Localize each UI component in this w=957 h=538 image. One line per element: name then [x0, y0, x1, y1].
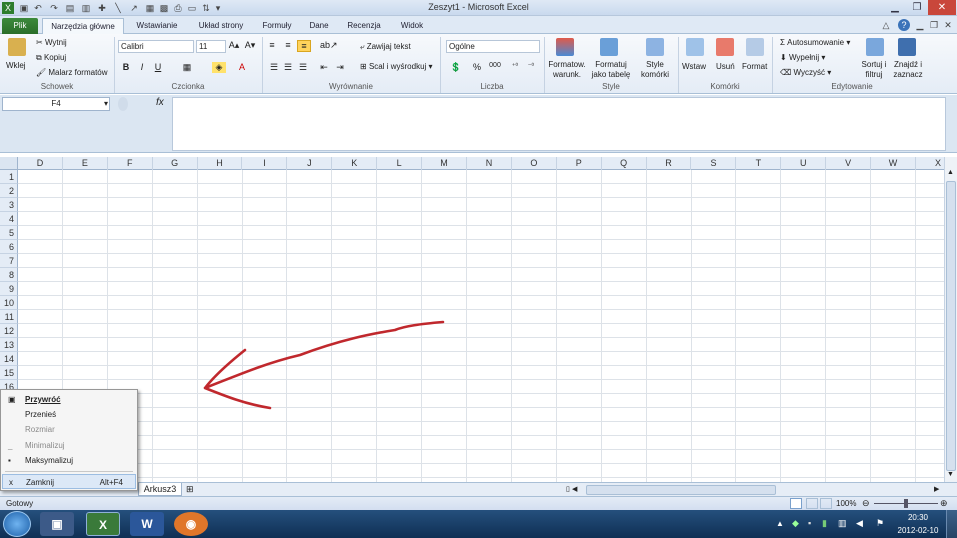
menu-item-close[interactable]: x Zamknij Alt+F4: [2, 474, 136, 489]
menu-label: Rozmiar: [25, 425, 55, 434]
tray-icon-2[interactable]: ▪: [808, 518, 811, 528]
menu-item-restore[interactable]: ▣ Przywróć: [2, 392, 136, 407]
page-break-view-icon[interactable]: [820, 498, 832, 509]
volume-icon[interactable]: ◀: [856, 518, 863, 529]
menu-shortcut: Alt+F4: [99, 478, 123, 487]
zoom-level[interactable]: 100%: [836, 499, 856, 508]
horizontal-scroll-thumb[interactable]: [586, 485, 776, 495]
tray-icon-1[interactable]: ◆: [792, 518, 799, 529]
menu-item-size[interactable]: Rozmiar: [2, 422, 136, 437]
menu-item-minimize[interactable]: _ Minimalizuj: [2, 438, 136, 453]
red-arrow-annotation: [203, 320, 445, 410]
network-icon[interactable]: ▥: [838, 518, 847, 529]
taskbar-floppy-icon[interactable]: ▣: [40, 512, 74, 536]
flag-icon[interactable]: ⚑: [876, 518, 884, 529]
taskbar-firefox-icon[interactable]: ◉: [174, 512, 208, 536]
system-context-menu: ▣ Przywróć Przenieś Rozmiar _ Minimalizuj …: [0, 389, 138, 491]
clock-time[interactable]: 20:30: [894, 513, 942, 522]
taskbar-excel-icon[interactable]: X: [86, 512, 120, 536]
page-layout-view-icon[interactable]: [806, 498, 818, 509]
insert-sheet-icon[interactable]: ⊞: [186, 484, 194, 495]
zoom-slider-thumb[interactable]: [904, 499, 908, 508]
menu-label: Przenieś: [25, 410, 57, 419]
taskbar-word-icon[interactable]: W: [130, 512, 164, 536]
menu-separator: [5, 471, 133, 472]
menu-label: Maksymalizuj: [25, 456, 74, 465]
normal-view-icon[interactable]: [790, 498, 802, 509]
start-button-icon[interactable]: [3, 511, 31, 537]
maximize-icon: ▪: [8, 456, 11, 465]
sheet-tabs-bar: Arkusz3 ⊞ ▯ ◀ ▶: [0, 482, 957, 496]
show-desktop-button[interactable]: [946, 510, 957, 538]
clock-date[interactable]: 2012-02-10: [892, 526, 944, 535]
tray-expand-icon[interactable]: ▲: [776, 519, 784, 528]
tray-icon-3[interactable]: ▮: [822, 518, 827, 529]
menu-label: Przywróć: [25, 395, 61, 404]
hscroll-split-icon[interactable]: ▯: [566, 485, 570, 493]
minimize-icon: _: [8, 441, 13, 450]
scroll-left-icon[interactable]: ◀: [572, 485, 584, 495]
scroll-right-icon[interactable]: ▶: [934, 485, 939, 493]
restore-icon: ▣: [8, 395, 16, 404]
zoom-in-icon[interactable]: ⊕: [940, 498, 948, 509]
status-ready: Gotowy: [6, 499, 34, 508]
zoom-out-icon[interactable]: ⊖: [862, 498, 870, 509]
menu-label: Minimalizuj: [25, 441, 65, 450]
menu-item-maximize[interactable]: ▪ Maksymalizuj: [2, 453, 136, 468]
close-icon: x: [9, 478, 13, 487]
menu-item-move[interactable]: Przenieś: [2, 407, 136, 422]
windows-taskbar: ▣ X W ◉ ▲ ◆ ▪ ▮ ▥ ◀ ⚑ 20:30 2012-02-10: [0, 510, 957, 538]
status-bar: Gotowy 100% ⊖ ⊕: [0, 496, 957, 510]
menu-label: Zamknij: [26, 478, 55, 487]
sheet-tab-arkusz3[interactable]: Arkusz3: [138, 483, 182, 496]
arrow-stroke: [203, 320, 445, 410]
